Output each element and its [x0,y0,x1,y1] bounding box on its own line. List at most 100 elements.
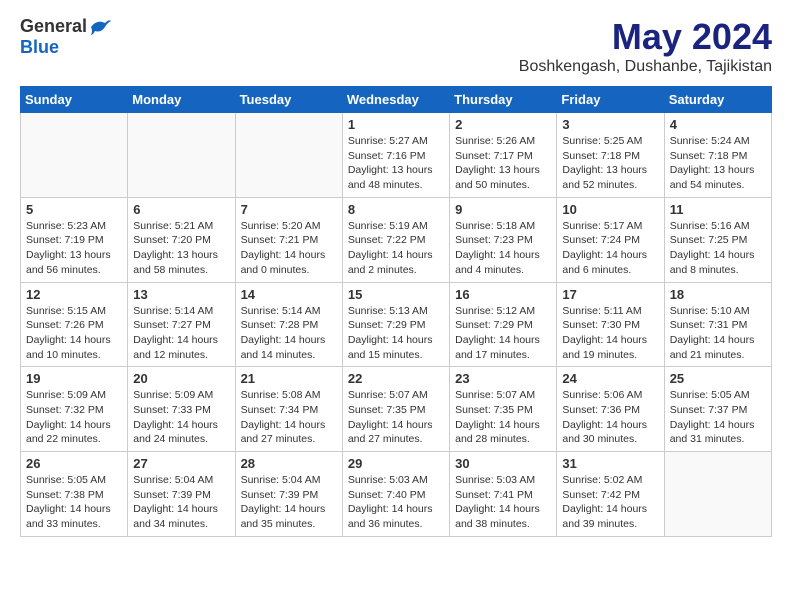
weekday-header-saturday: Saturday [664,87,771,113]
logo-blue-text: Blue [20,37,59,58]
day-info: Sunrise: 5:16 AM Sunset: 7:25 PM Dayligh… [670,219,766,278]
calendar-cell: 23 Sunrise: 5:07 AM Sunset: 7:35 PM Dayli… [450,367,557,452]
day-info: Sunrise: 5:20 AM Sunset: 7:21 PM Dayligh… [241,219,337,278]
day-number: 30 [455,456,551,471]
day-number: 22 [348,371,444,386]
day-number: 6 [133,202,229,217]
day-info: Sunrise: 5:05 AM Sunset: 7:37 PM Dayligh… [670,388,766,447]
calendar-cell: 6 Sunrise: 5:21 AM Sunset: 7:20 PM Daylig… [128,197,235,282]
calendar-cell: 30 Sunrise: 5:03 AM Sunset: 7:41 PM Dayli… [450,452,557,537]
day-number: 18 [670,287,766,302]
calendar-cell: 22 Sunrise: 5:07 AM Sunset: 7:35 PM Dayli… [342,367,449,452]
day-number: 13 [133,287,229,302]
title-block: May 2024 Boshkengash, Dushanbe, Tajikist… [519,16,772,76]
logo-general-text: General [20,16,87,37]
calendar-cell [664,452,771,537]
calendar-cell: 13 Sunrise: 5:14 AM Sunset: 7:27 PM Dayli… [128,282,235,367]
day-number: 26 [26,456,122,471]
day-info: Sunrise: 5:09 AM Sunset: 7:32 PM Dayligh… [26,388,122,447]
calendar-cell: 4 Sunrise: 5:24 AM Sunset: 7:18 PM Daylig… [664,113,771,198]
day-number: 27 [133,456,229,471]
page: General Blue May 2024 Boshkengash, Dusha… [0,0,792,553]
calendar-cell: 21Sunrise: 5:08 AM Sunset: 7:34 PM Dayli… [235,367,342,452]
week-row-4: 19Sunrise: 5:09 AM Sunset: 7:32 PM Dayli… [21,367,772,452]
day-info: Sunrise: 5:07 AM Sunset: 7:35 PM Dayligh… [348,388,444,447]
calendar-cell: 16 Sunrise: 5:12 AM Sunset: 7:29 PM Dayli… [450,282,557,367]
calendar-cell: 5 Sunrise: 5:23 AM Sunset: 7:19 PM Daylig… [21,197,128,282]
logo-bird-icon [89,17,113,37]
calendar-cell: 29Sunrise: 5:03 AM Sunset: 7:40 PM Dayli… [342,452,449,537]
week-row-2: 5 Sunrise: 5:23 AM Sunset: 7:19 PM Daylig… [21,197,772,282]
calendar-cell [235,113,342,198]
day-info: Sunrise: 5:14 AM Sunset: 7:27 PM Dayligh… [133,304,229,363]
day-number: 14 [241,287,337,302]
day-info: Sunrise: 5:21 AM Sunset: 7:20 PM Dayligh… [133,219,229,278]
day-info: Sunrise: 5:03 AM Sunset: 7:40 PM Dayligh… [348,473,444,532]
day-number: 15 [348,287,444,302]
day-number: 5 [26,202,122,217]
calendar-cell: 3Sunrise: 5:25 AM Sunset: 7:18 PM Daylig… [557,113,664,198]
day-info: Sunrise: 5:12 AM Sunset: 7:29 PM Dayligh… [455,304,551,363]
weekday-header-thursday: Thursday [450,87,557,113]
day-info: Sunrise: 5:02 AM Sunset: 7:42 PM Dayligh… [562,473,658,532]
calendar-cell: 11Sunrise: 5:16 AM Sunset: 7:25 PM Dayli… [664,197,771,282]
day-number: 12 [26,287,122,302]
day-number: 16 [455,287,551,302]
day-number: 8 [348,202,444,217]
day-info: Sunrise: 5:17 AM Sunset: 7:24 PM Dayligh… [562,219,658,278]
day-info: Sunrise: 5:06 AM Sunset: 7:36 PM Dayligh… [562,388,658,447]
day-info: Sunrise: 5:07 AM Sunset: 7:35 PM Dayligh… [455,388,551,447]
day-info: Sunrise: 5:11 AM Sunset: 7:30 PM Dayligh… [562,304,658,363]
day-info: Sunrise: 5:18 AM Sunset: 7:23 PM Dayligh… [455,219,551,278]
calendar-cell: 27Sunrise: 5:04 AM Sunset: 7:39 PM Dayli… [128,452,235,537]
day-number: 24 [562,371,658,386]
day-number: 9 [455,202,551,217]
calendar-cell: 26 Sunrise: 5:05 AM Sunset: 7:38 PM Dayli… [21,452,128,537]
day-number: 4 [670,117,766,132]
header: General Blue May 2024 Boshkengash, Dusha… [20,16,772,76]
day-info: Sunrise: 5:05 AM Sunset: 7:38 PM Dayligh… [26,473,122,532]
day-info: Sunrise: 5:15 AM Sunset: 7:26 PM Dayligh… [26,304,122,363]
day-info: Sunrise: 5:24 AM Sunset: 7:18 PM Dayligh… [670,134,766,193]
calendar-cell: 20 Sunrise: 5:09 AM Sunset: 7:33 PM Dayli… [128,367,235,452]
day-number: 25 [670,371,766,386]
day-number: 23 [455,371,551,386]
calendar-cell: 24 Sunrise: 5:06 AM Sunset: 7:36 PM Dayli… [557,367,664,452]
day-number: 1 [348,117,444,132]
calendar-cell: 18 Sunrise: 5:10 AM Sunset: 7:31 PM Dayli… [664,282,771,367]
calendar-cell: 2 Sunrise: 5:26 AM Sunset: 7:17 PM Daylig… [450,113,557,198]
day-info: Sunrise: 5:23 AM Sunset: 7:19 PM Dayligh… [26,219,122,278]
month-title: May 2024 [519,16,772,58]
calendar-cell: 28Sunrise: 5:04 AM Sunset: 7:39 PM Dayli… [235,452,342,537]
day-info: Sunrise: 5:19 AM Sunset: 7:22 PM Dayligh… [348,219,444,278]
day-info: Sunrise: 5:27 AM Sunset: 7:16 PM Dayligh… [348,134,444,193]
day-number: 31 [562,456,658,471]
calendar-cell [128,113,235,198]
calendar-cell: 14Sunrise: 5:14 AM Sunset: 7:28 PM Dayli… [235,282,342,367]
calendar-cell: 19Sunrise: 5:09 AM Sunset: 7:32 PM Dayli… [21,367,128,452]
day-info: Sunrise: 5:09 AM Sunset: 7:33 PM Dayligh… [133,388,229,447]
day-info: Sunrise: 5:08 AM Sunset: 7:34 PM Dayligh… [241,388,337,447]
calendar-cell: 31 Sunrise: 5:02 AM Sunset: 7:42 PM Dayli… [557,452,664,537]
calendar-cell: 17 Sunrise: 5:11 AM Sunset: 7:30 PM Dayli… [557,282,664,367]
week-row-5: 26 Sunrise: 5:05 AM Sunset: 7:38 PM Dayli… [21,452,772,537]
logo: General Blue [20,16,113,58]
day-info: Sunrise: 5:26 AM Sunset: 7:17 PM Dayligh… [455,134,551,193]
calendar-table: SundayMondayTuesdayWednesdayThursdayFrid… [20,86,772,537]
day-number: 7 [241,202,337,217]
day-number: 17 [562,287,658,302]
weekday-header-row: SundayMondayTuesdayWednesdayThursdayFrid… [21,87,772,113]
week-row-3: 12 Sunrise: 5:15 AM Sunset: 7:26 PM Dayli… [21,282,772,367]
day-number: 10 [562,202,658,217]
calendar-cell: 1 Sunrise: 5:27 AM Sunset: 7:16 PM Daylig… [342,113,449,198]
calendar-cell: 9 Sunrise: 5:18 AM Sunset: 7:23 PM Daylig… [450,197,557,282]
calendar-cell: 15Sunrise: 5:13 AM Sunset: 7:29 PM Dayli… [342,282,449,367]
calendar-cell: 8 Sunrise: 5:19 AM Sunset: 7:22 PM Daylig… [342,197,449,282]
day-info: Sunrise: 5:04 AM Sunset: 7:39 PM Dayligh… [241,473,337,532]
day-number: 20 [133,371,229,386]
weekday-header-sunday: Sunday [21,87,128,113]
day-info: Sunrise: 5:10 AM Sunset: 7:31 PM Dayligh… [670,304,766,363]
day-number: 2 [455,117,551,132]
calendar-cell: 7 Sunrise: 5:20 AM Sunset: 7:21 PM Daylig… [235,197,342,282]
day-info: Sunrise: 5:03 AM Sunset: 7:41 PM Dayligh… [455,473,551,532]
